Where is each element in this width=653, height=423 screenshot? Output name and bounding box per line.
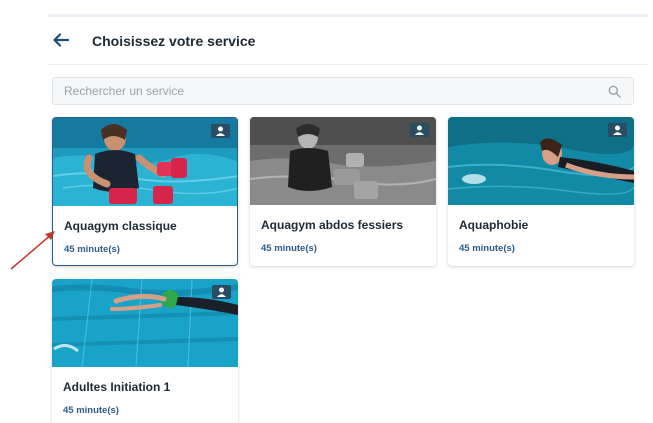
annotation-arrow-icon [10,231,55,270]
person-icon [608,123,627,137]
service-image [448,117,634,205]
service-name: Aquaphobie [459,218,529,232]
service-duration: 45 minute(s) [261,243,317,254]
service-duration: 45 minute(s) [64,244,120,255]
person-icon [212,285,231,299]
service-panel: Choisissez votre service Rechercher un s… [48,14,648,423]
service-image [52,279,238,367]
service-image [53,118,237,206]
person-icon [211,124,230,138]
service-duration: 45 minute(s) [459,243,515,254]
service-duration: 45 minute(s) [63,405,119,416]
search-icon [608,85,621,98]
service-name: Aquagym abdos fessiers [261,218,404,232]
service-card-aquagym-classique[interactable]: Aquagym classique 45 minute(s) [52,117,238,266]
service-image [250,117,436,205]
person-icon [410,123,429,137]
service-card-aquaphobie[interactable]: Aquaphobie 45 minute(s) [448,117,634,266]
service-name: Adultes Initiation 1 [63,380,171,394]
header: Choisissez votre service [48,17,648,65]
service-card-aquagym-abdos-fessiers[interactable]: Aquagym abdos fessiers 45 minute(s) [250,117,436,266]
service-name: Aquagym classique [64,219,177,233]
search-input[interactable] [52,77,634,105]
arrow-left-icon[interactable] [52,31,70,49]
page-title: Choisissez votre service [92,33,256,49]
service-card-adultes-initiation-1[interactable]: Adultes Initiation 1 45 minute(s) [52,279,238,423]
